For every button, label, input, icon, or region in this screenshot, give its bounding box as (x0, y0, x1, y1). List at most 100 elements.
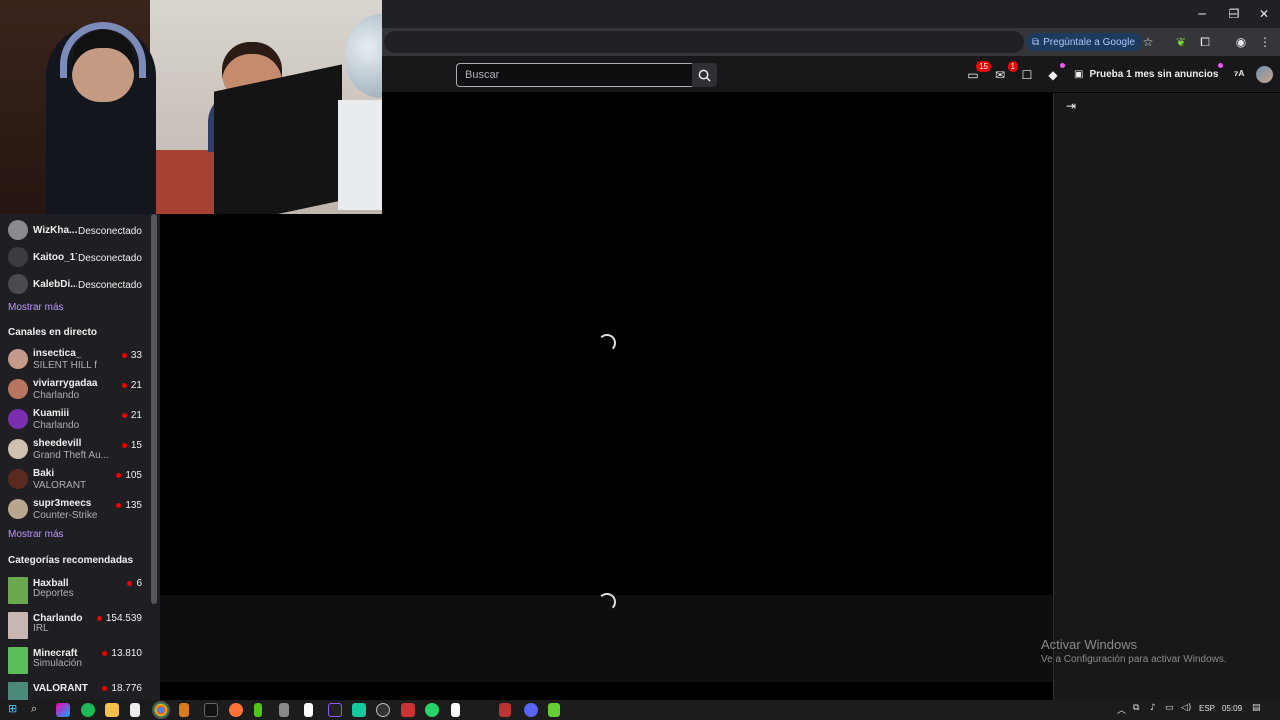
category-tag: IRL (33, 623, 49, 634)
followed-channel[interactable]: WizKha... Desconectado (0, 216, 150, 246)
live-channel[interactable]: supr3meecs Counter-Strike 135 (0, 494, 150, 524)
collapse-chat-icon[interactable]: ⇥ (1063, 98, 1079, 114)
webcam-monitor (214, 64, 342, 214)
notifications-button[interactable]: ▭ 15 (963, 61, 991, 85)
live-channel[interactable]: sheedevill Grand Theft Au... 15 (0, 434, 150, 464)
live-dot-icon (121, 413, 127, 418)
ad-free-label: Prueba 1 mes sin anuncios (1089, 69, 1219, 80)
screen: ─ ─ ❐ ✕ ⧉ Pregúntale a Google ☆ ❦ ⧠ ◉ ⋮ … (0, 0, 1280, 720)
channel-name: viviarrygadaa (33, 378, 98, 389)
translate-icon[interactable]: ⁷ᴬ (1229, 65, 1249, 85)
offline-status: Desconectado (78, 253, 142, 264)
recommended-category[interactable]: Haxball Deportes 6 (0, 574, 150, 606)
sidebar-scrollbar[interactable] (151, 214, 157, 604)
show-more-live-link[interactable]: Mostrar más (8, 529, 64, 540)
volume-icon[interactable]: ◁) (1181, 703, 1191, 713)
network-icon[interactable]: ▭ (1165, 703, 1174, 713)
ad-free-trial-button[interactable]: ▣ Prueba 1 mes sin anuncios (1074, 66, 1218, 83)
bits-button[interactable]: ◆ (1043, 65, 1063, 85)
inbox-button[interactable]: ✉ 1 (990, 61, 1018, 85)
extensions-puzzle-icon[interactable]: ⧠ (1196, 33, 1214, 51)
microphone-icon[interactable]: ♪ (1150, 703, 1156, 713)
show-more-followed-link[interactable]: Mostrar más (8, 302, 64, 313)
ask-google-button[interactable]: ⧉ Pregúntale a Google (1026, 33, 1142, 51)
app-icon-1[interactable] (179, 703, 189, 717)
app-icon-3[interactable] (279, 703, 289, 717)
search-icon (698, 69, 711, 82)
inbox-icon: ✉ (994, 68, 1006, 82)
discord-icon[interactable] (524, 703, 538, 717)
viewer-count-value: 154.539 (105, 613, 142, 624)
viewer-count: 105 (116, 470, 142, 481)
file-explorer-icon[interactable] (105, 703, 119, 717)
minimize-button-2[interactable]: ─ (1186, 0, 1218, 28)
live-channel[interactable]: viviarrygadaa Charlando 21 (0, 374, 150, 404)
channel-game: VALORANT (33, 480, 87, 491)
whispers-button[interactable]: ☐ (1017, 65, 1037, 85)
live-dot-icon (102, 651, 108, 656)
restore-button[interactable]: ❐ (1218, 0, 1250, 28)
language-indicator[interactable]: ESP (1199, 704, 1215, 713)
search-button[interactable] (692, 63, 717, 87)
followed-channel[interactable]: Kaitoo_17 Desconectado (0, 243, 150, 273)
live-dot-icon (121, 383, 127, 388)
watermark-title: Activar Windows (1041, 637, 1138, 652)
profile-icon[interactable]: ◉ (1232, 33, 1250, 51)
copilot-icon[interactable] (56, 703, 70, 717)
live-channel[interactable]: Baki VALORANT 105 (0, 464, 150, 494)
watermark-subtitle: Ve a Configuración para activar Windows. (1041, 654, 1227, 665)
live-channels-heading: Canales en directo (8, 327, 97, 338)
bits-icon: ◆ (1048, 68, 1058, 82)
firefox-icon[interactable] (229, 703, 243, 717)
live-dot-icon (127, 581, 133, 586)
webcam-overlay (0, 0, 382, 214)
avatar (8, 379, 28, 399)
clock[interactable]: 05:09 (1222, 704, 1242, 713)
avatar (8, 439, 28, 459)
notepad-icon[interactable] (130, 703, 140, 717)
user-avatar[interactable] (1256, 66, 1273, 83)
notification-center-icon[interactable]: ▤ (1252, 703, 1261, 713)
offline-status: Desconectado (78, 280, 142, 291)
obs-icon[interactable] (376, 703, 390, 717)
app-icon-4[interactable] (328, 703, 342, 717)
recommended-category[interactable]: Charlando IRL 154.539 (0, 609, 150, 641)
recommended-category[interactable]: Minecraft Simulación 13.810 (0, 644, 150, 676)
spotify-icon[interactable] (81, 703, 95, 717)
whatsapp-icon[interactable] (425, 703, 439, 717)
chrome-icon[interactable] (152, 701, 170, 719)
live-dot-icon (96, 616, 102, 621)
tray-app-icon[interactable]: ⧉ (1133, 703, 1139, 713)
viewer-count: 21 (121, 410, 142, 421)
channel-name: insectica_ (33, 348, 82, 359)
tray-chevron-icon[interactable]: ︿ (1117, 703, 1126, 716)
live-channel[interactable]: insectica_ SILENT HILL f 33 (0, 344, 150, 374)
search-input[interactable] (457, 64, 692, 86)
document-icon-2[interactable] (451, 703, 460, 717)
browser-menu-icon[interactable]: ⋮ (1256, 33, 1274, 51)
app-icon-5[interactable] (352, 703, 366, 717)
webcam-fan-stand (338, 100, 382, 210)
live-dot-icon (121, 443, 127, 448)
minecraft-icon[interactable] (548, 703, 560, 717)
channel-name: supr3meecs (33, 498, 92, 509)
viewer-count: 15 (121, 440, 142, 451)
channel-name: Baki (33, 468, 55, 479)
category-tag: Simulación (33, 658, 82, 669)
close-button[interactable]: ✕ (1248, 0, 1280, 28)
tiktok-icon[interactable] (204, 703, 218, 717)
search-taskbar-icon[interactable]: ⌕ (31, 702, 37, 716)
start-icon[interactable]: ⊞ (8, 702, 17, 715)
address-bar[interactable] (384, 31, 1024, 53)
category-tag: Deportes (33, 588, 74, 599)
bookmark-star-icon[interactable]: ☆ (1139, 33, 1157, 51)
extension-leaf-icon[interactable]: ❦ (1172, 33, 1190, 51)
document-icon[interactable] (304, 703, 313, 717)
app-icon-2[interactable] (254, 703, 262, 717)
followed-channel[interactable]: KalebDi... Desconectado (0, 270, 150, 300)
app-icon-7[interactable] (499, 703, 511, 717)
live-channel[interactable]: Kuamiii Charlando 21 (0, 404, 150, 434)
app-icon-6[interactable] (401, 703, 415, 717)
ask-google-label: Pregúntale a Google (1043, 36, 1135, 48)
page-bottom (160, 682, 1053, 700)
